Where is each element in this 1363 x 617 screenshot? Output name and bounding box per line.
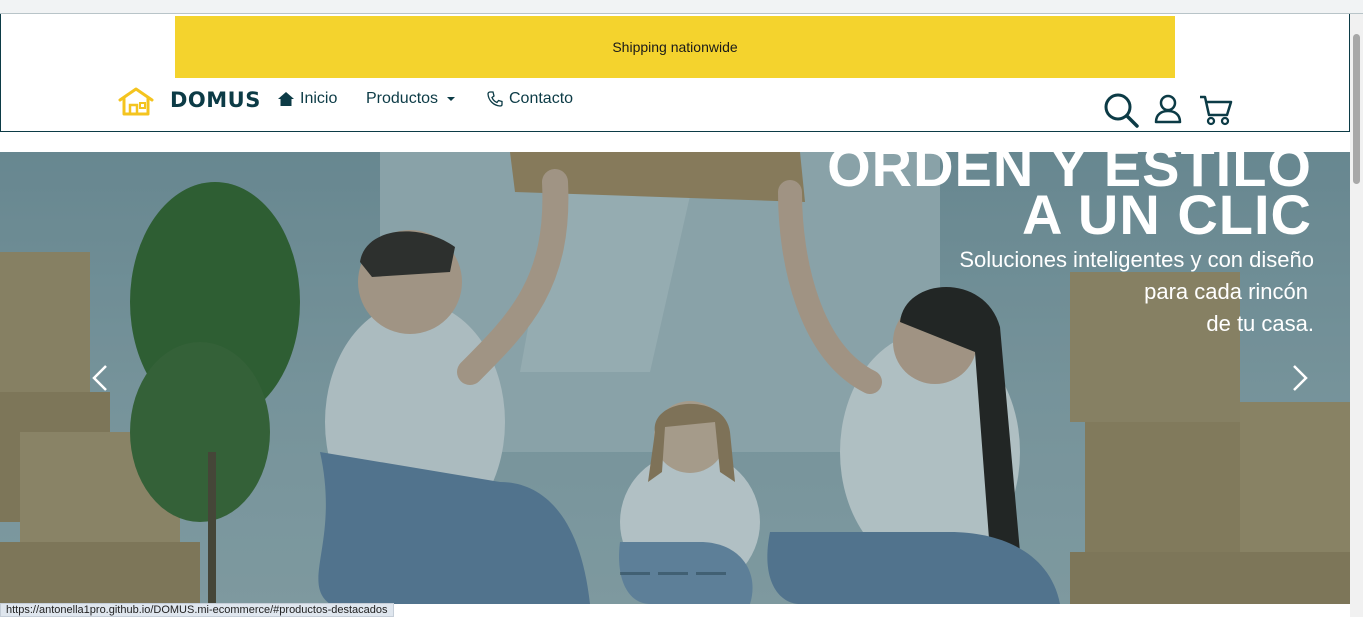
carousel-indicators [620, 572, 726, 575]
chevron-left-icon [92, 365, 107, 391]
brand-logo-text[interactable]: DOMUS [170, 88, 261, 112]
hero-subtitle-line3: de tu casa. [1206, 311, 1314, 336]
nav-inicio-link[interactable]: Inicio [278, 90, 337, 108]
hero-subtitle-line1: Soluciones inteligentes y con diseño [959, 247, 1314, 272]
chevron-right-icon [1293, 365, 1308, 391]
scrollbar-thumb[interactable] [1353, 34, 1360, 184]
carousel-next-button[interactable] [1280, 358, 1320, 398]
page-scrollbar[interactable] [1350, 14, 1363, 617]
search-icon[interactable] [1103, 92, 1139, 128]
promo-banner: Shipping nationwide [175, 16, 1175, 78]
carousel-indicator-2[interactable] [658, 572, 688, 575]
carousel-indicator-1[interactable] [620, 572, 650, 575]
home-icon [278, 92, 294, 106]
caret-down-icon [447, 97, 456, 101]
phone-icon [487, 91, 503, 107]
main-navbar: DOMUS Inicio Productos Contacto [0, 80, 1350, 130]
carousel-indicator-3[interactable] [696, 572, 726, 575]
nav-productos-dropdown[interactable]: Productos [366, 90, 456, 108]
promo-text: Shipping nationwide [612, 39, 738, 55]
carousel-prev-button[interactable] [80, 358, 120, 398]
hero-headline-line2: A UN CLIC [1021, 183, 1312, 246]
status-bar-url: https://antonella1pro.github.io/DOMUS.mi… [0, 603, 394, 617]
hero-subtitle-line2: para cada rincón [1144, 279, 1308, 304]
hero-carousel: ORDEN Y ESTILO A UN CLIC Soluciones inte… [0, 152, 1350, 604]
house-logo-icon[interactable] [117, 86, 155, 116]
cart-icon[interactable] [1199, 94, 1233, 126]
nav-contacto-link[interactable]: Contacto [487, 90, 573, 108]
nav-contacto-label: Contacto [509, 90, 574, 107]
browser-top-strip [0, 0, 1363, 14]
nav-inicio-label: Inicio [300, 90, 338, 107]
user-icon[interactable] [1154, 94, 1182, 124]
nav-productos-label: Productos [366, 90, 439, 107]
